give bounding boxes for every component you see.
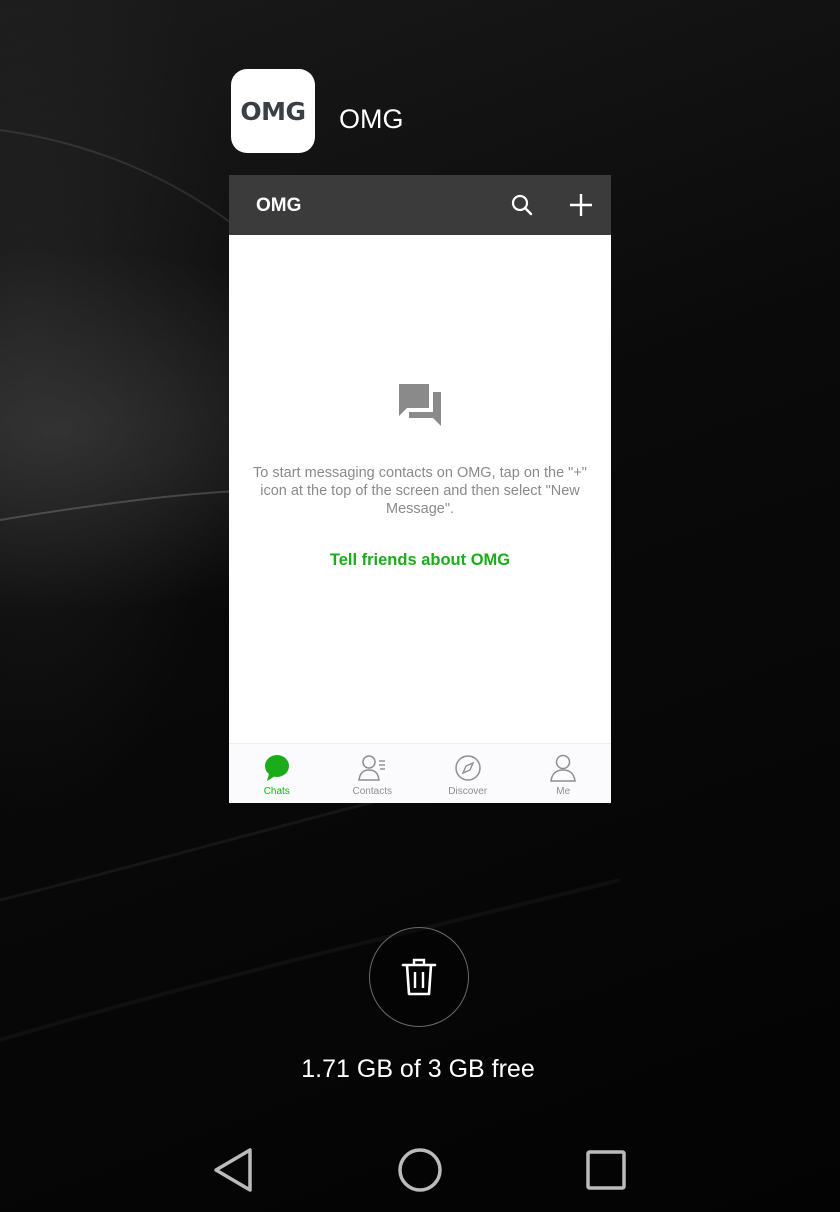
recent-app-name: OMG	[339, 104, 404, 134]
chat-bubbles-icon	[399, 384, 441, 426]
tab-me[interactable]: Me	[516, 744, 612, 803]
person-icon	[550, 754, 577, 782]
tab-label: Contacts	[352, 786, 392, 797]
recents-icon[interactable]	[582, 1146, 630, 1194]
tab-chats[interactable]: Chats	[229, 744, 325, 803]
tab-label: Me	[556, 786, 571, 797]
tab-label: Discover	[448, 786, 488, 797]
contacts-icon	[358, 755, 386, 781]
omg-app-icon[interactable]: OMG	[231, 69, 315, 153]
tab-discover[interactable]: Discover	[420, 744, 516, 803]
thumbnail-title: OMG	[256, 195, 302, 216]
app-thumbnail-card[interactable]: OMG To start messaging contacts on OMG, …	[229, 175, 611, 803]
thumbnail-top-bar: OMG	[229, 175, 611, 235]
trash-icon	[401, 958, 437, 996]
tell-friends-link[interactable]: Tell friends about OMG	[229, 551, 611, 570]
tab-contacts[interactable]: Contacts	[325, 744, 421, 803]
back-icon[interactable]	[210, 1146, 258, 1194]
recent-apps-screen: OMG OMG OMG To start messaging contacts …	[0, 0, 840, 1212]
clear-all-button[interactable]	[369, 927, 469, 1027]
chat-bubble-icon	[264, 755, 289, 781]
tab-label: Chats	[263, 786, 290, 797]
compass-icon	[455, 755, 481, 781]
bottom-tab-bar: Chats Contacts Discover Me	[229, 743, 611, 803]
home-icon[interactable]	[396, 1146, 444, 1194]
app-icon-logo-text: OMG	[240, 96, 306, 126]
empty-chats-message: To start messaging contacts on OMG, tap …	[253, 465, 587, 517]
search-icon[interactable]	[508, 191, 536, 219]
plus-icon[interactable]	[567, 191, 595, 219]
memory-status: 1.71 GB of 3 GB free	[301, 1055, 535, 1083]
